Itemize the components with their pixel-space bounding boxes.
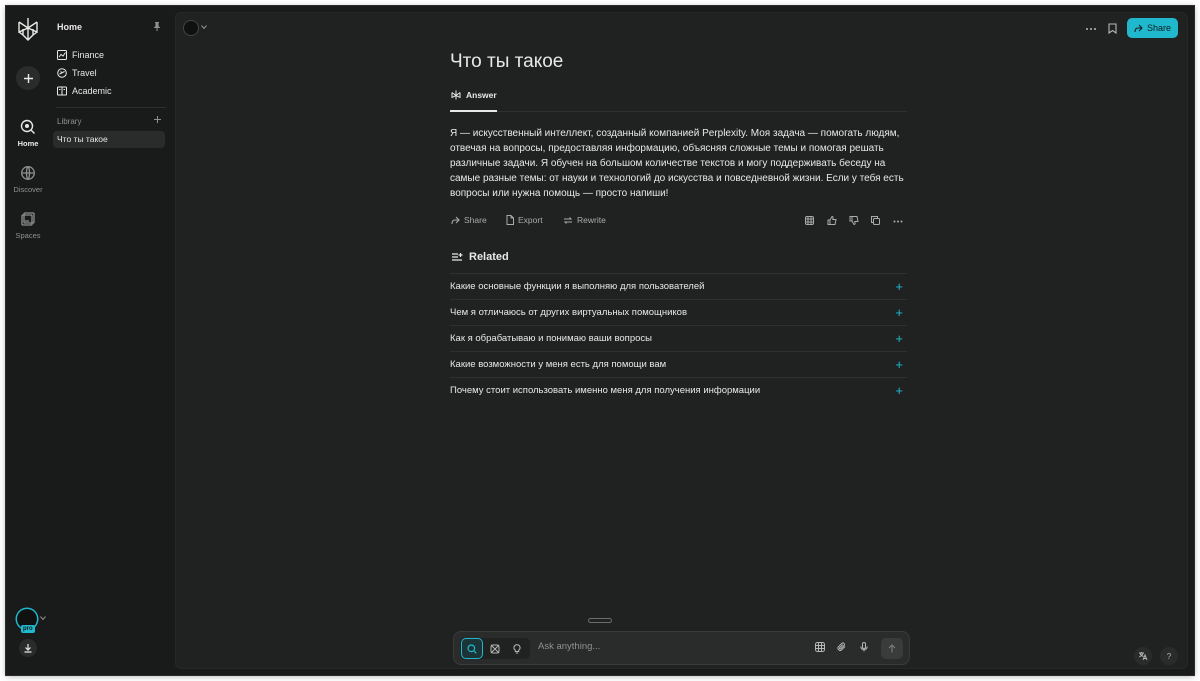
plus-icon[interactable]: [153, 115, 162, 124]
language-button[interactable]: [1134, 647, 1152, 665]
related-item[interactable]: Как я обрабатываю и понимаю ваши вопросы…: [450, 325, 907, 351]
labs-mode-button[interactable]: [507, 639, 527, 658]
main-panel: Share Что ты такое Answer Я — искусствен…: [175, 12, 1188, 669]
tab-answer[interactable]: Answer: [451, 90, 497, 100]
rail-discover-label: Discover: [13, 185, 43, 194]
related-icon: [452, 253, 463, 261]
translate-icon: [1139, 652, 1148, 661]
tab-divider: [450, 111, 907, 112]
export-label: Export: [518, 215, 543, 225]
sidebar-title: Home: [57, 22, 83, 32]
research-icon: [490, 644, 500, 653]
related-item-text: Какие основные функции я выполняю для по…: [450, 281, 705, 292]
search-mode-toggle: [460, 638, 530, 659]
lightbulb-icon: [513, 643, 521, 653]
rail-home-label: Home: [17, 139, 39, 148]
rail-spaces-label: Spaces: [15, 231, 41, 240]
answer-icon: [451, 90, 461, 100]
related-heading: Related: [451, 251, 509, 263]
sidebar-item-travel[interactable]: Travel: [57, 68, 97, 78]
chevron-down-icon[interactable]: [40, 616, 46, 620]
search-mode-button[interactable]: [462, 639, 482, 658]
plane-icon: [57, 68, 67, 78]
submit-button[interactable]: [881, 638, 903, 659]
left-rail: Home Discover Spaces pro: [6, 6, 50, 675]
answer-share-label: Share: [464, 215, 487, 225]
input-resize-handle[interactable]: [588, 618, 612, 623]
perplexity-logo-icon[interactable]: [17, 17, 39, 41]
tab-active-indicator: [450, 110, 497, 112]
chevron-down-icon[interactable]: [201, 25, 207, 29]
research-mode-button[interactable]: [485, 639, 505, 658]
rail-home[interactable]: Home: [6, 119, 50, 148]
sidebar-item-label: Travel: [72, 68, 97, 78]
plus-icon[interactable]: +: [895, 357, 903, 372]
share-icon: [451, 216, 460, 224]
tab-answer-label: Answer: [466, 90, 497, 100]
sidebar-item-academic[interactable]: Academic: [57, 86, 112, 96]
help-button[interactable]: ?: [1160, 647, 1178, 665]
related-item[interactable]: Чем я отличаюсь от других виртуальных по…: [450, 299, 907, 325]
sidebar: Home Finance Travel Academic Library Что…: [50, 6, 174, 675]
attach-icon[interactable]: [837, 642, 847, 652]
rail-spaces[interactable]: Spaces: [6, 211, 50, 240]
pro-badge: pro: [21, 625, 35, 633]
plus-icon[interactable]: +: [895, 279, 903, 294]
rail-discover[interactable]: Discover: [6, 165, 50, 194]
related-item[interactable]: Какие возможности у меня есть для помощи…: [450, 351, 907, 377]
book-icon: [57, 86, 67, 96]
document-icon: [506, 215, 514, 225]
related-item-text: Как я обрабатываю и понимаю ваши вопросы: [450, 333, 652, 344]
more-icon[interactable]: [893, 220, 903, 223]
arrow-up-icon: [888, 644, 896, 653]
model-icon[interactable]: [815, 642, 825, 652]
more-icon[interactable]: [1085, 27, 1097, 31]
download-button[interactable]: [19, 639, 37, 657]
microphone-icon[interactable]: [860, 642, 868, 652]
copy-icon[interactable]: [871, 216, 880, 225]
thumbs-down-icon[interactable]: [849, 216, 859, 225]
library-label[interactable]: Library: [57, 117, 81, 126]
sidebar-item-label: Finance: [72, 50, 105, 60]
library-thread-item[interactable]: Что ты такое: [53, 131, 165, 148]
home-search-icon: [20, 119, 35, 134]
related-item-text: Какие возможности у меня есть для помощи…: [450, 359, 667, 370]
rewrite-label: Rewrite: [577, 215, 606, 225]
chart-icon: [57, 50, 67, 60]
app-window: Home Discover Spaces pro Home Finance Tr…: [6, 6, 1194, 675]
bookmark-icon[interactable]: [1108, 23, 1117, 34]
related-title: Related: [469, 251, 509, 263]
thread-avatar[interactable]: [184, 21, 198, 35]
spaces-icon: [21, 212, 35, 226]
sidebar-item-finance[interactable]: Finance: [57, 50, 104, 60]
pin-icon[interactable]: [153, 22, 161, 31]
plus-icon[interactable]: +: [895, 331, 903, 346]
share-button[interactable]: Share: [1127, 18, 1178, 38]
thumbs-up-icon[interactable]: [827, 216, 837, 225]
sources-icon[interactable]: [805, 216, 814, 225]
related-item-text: Почему стоит использовать именно меня дл…: [450, 385, 761, 396]
related-item[interactable]: Почему стоит использовать именно меня дл…: [450, 377, 907, 403]
ask-input[interactable]: Ask anything...: [538, 641, 600, 652]
globe-icon: [21, 166, 35, 180]
related-item[interactable]: Какие основные функции я выполняю для по…: [450, 273, 907, 299]
sidebar-item-label: Academic: [72, 86, 112, 96]
related-list: Какие основные функции я выполняю для по…: [450, 273, 907, 403]
page-title: Что ты такое: [450, 51, 564, 72]
search-icon: [467, 643, 477, 654]
export-button[interactable]: Export: [506, 215, 543, 225]
share-button-label: Share: [1146, 23, 1172, 33]
rewrite-icon: [563, 216, 573, 224]
answer-share-button[interactable]: Share: [451, 215, 487, 225]
plus-icon[interactable]: +: [895, 383, 903, 398]
rewrite-button[interactable]: Rewrite: [563, 215, 606, 225]
plus-icon[interactable]: +: [895, 305, 903, 320]
sidebar-divider: [56, 107, 166, 108]
related-item-text: Чем я отличаюсь от других виртуальных по…: [450, 307, 688, 318]
new-thread-button[interactable]: [16, 66, 40, 90]
ask-input-bar: Ask anything...: [453, 631, 910, 665]
share-icon: [1134, 24, 1143, 32]
answer-text: Я — искусственный интеллект, созданный к…: [450, 128, 904, 199]
download-icon: [24, 644, 32, 653]
